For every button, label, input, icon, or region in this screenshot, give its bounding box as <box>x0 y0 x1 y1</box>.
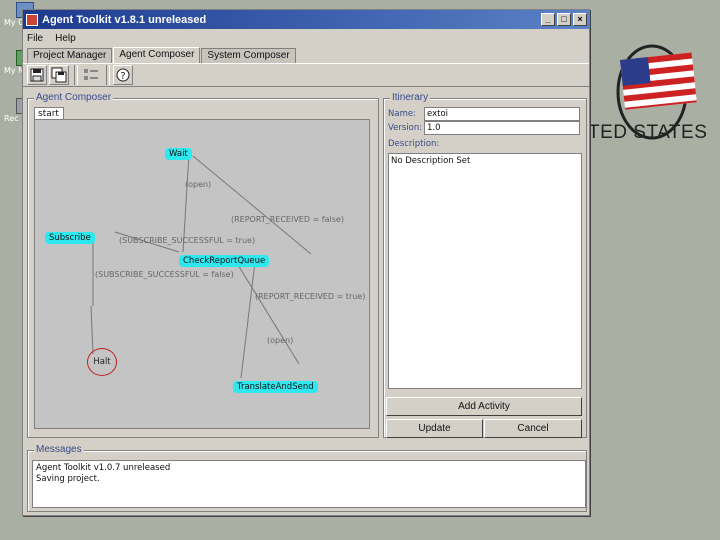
node-check-report-queue[interactable]: CheckReportQueue <box>179 255 270 267</box>
logo-text: TED STATES <box>588 122 708 143</box>
menu-help[interactable]: Help <box>55 33 76 44</box>
messages-log: Agent Toolkit v1.0.7 unreleased Saving p… <box>32 460 586 508</box>
message-line: Agent Toolkit v1.0.7 unreleased <box>36 463 171 473</box>
message-line: Saving project. <box>36 474 100 484</box>
node-halt[interactable]: Halt <box>87 348 117 376</box>
agent-composer-panel: Agent Composer start Wait Subscribe Chec… <box>27 92 379 438</box>
list-button[interactable] <box>81 65 101 85</box>
window-title: Agent Toolkit v1.8.1 unreleased <box>42 13 207 26</box>
description-label: Description: <box>388 139 440 149</box>
menu-file[interactable]: File <box>27 33 43 44</box>
title-bar[interactable]: Agent Toolkit v1.8.1 unreleased _ □ × <box>23 10 589 29</box>
edge-label: (SUBSCRIBE_SUCCESSFUL = false) <box>95 270 234 279</box>
tab-agent-composer[interactable]: Agent Composer <box>113 47 201 63</box>
add-activity-button[interactable]: Add Activity <box>386 397 582 416</box>
messages-panel: Messages Agent Toolkit v1.0.7 unreleased… <box>27 444 587 512</box>
save-icon <box>30 68 44 82</box>
edge-label: (SUBSCRIBE_SUCCESSFUL = true) <box>119 236 256 245</box>
name-label: Name: <box>388 109 416 119</box>
itinerary-title: Itinerary <box>390 92 431 103</box>
version-field[interactable]: 1.0 <box>424 121 580 135</box>
toolbar-separator <box>106 65 110 85</box>
node-wait[interactable]: Wait <box>165 148 192 160</box>
svg-text:?: ? <box>120 71 125 82</box>
version-label: Version: <box>388 123 423 133</box>
tab-system-composer[interactable]: System Composer <box>201 48 296 63</box>
version-row: Version: 1.0 <box>388 121 580 135</box>
name-row: Name: extoi <box>388 107 580 121</box>
node-subscribe[interactable]: Subscribe <box>45 232 95 244</box>
toolbar-separator <box>74 65 78 85</box>
save-as-icon <box>51 67 67 83</box>
maximize-button[interactable]: □ <box>557 13 571 26</box>
edge-label: (REPORT_RECEIVED = false) <box>231 215 344 224</box>
name-field[interactable]: extoi <box>424 107 580 121</box>
toolbar: ? <box>23 63 589 87</box>
composer-canvas[interactable]: Wait Subscribe CheckReportQueue Halt Tra… <box>34 119 370 429</box>
tab-bar: Project Manager Agent Composer System Co… <box>27 47 589 63</box>
tab-project-manager[interactable]: Project Manager <box>27 48 113 63</box>
messages-title: Messages <box>34 444 84 455</box>
save-as-button[interactable] <box>49 65 69 85</box>
edge-label: (open) <box>185 180 212 189</box>
cancel-button[interactable]: Cancel <box>484 419 582 438</box>
help-icon: ? <box>116 68 130 82</box>
update-button[interactable]: Update <box>386 419 483 438</box>
save-button[interactable] <box>27 65 47 85</box>
main-window: Agent Toolkit v1.8.1 unreleased _ □ × Fi… <box>22 9 590 516</box>
edge-label: (open) <box>267 336 294 345</box>
app-icon <box>26 13 38 26</box>
minimize-button[interactable]: _ <box>541 13 555 26</box>
agent-composer-title: Agent Composer <box>34 92 114 103</box>
node-translate-and-send[interactable]: TranslateAndSend <box>233 381 318 393</box>
close-button[interactable]: × <box>573 13 587 26</box>
itinerary-panel: Itinerary Name: extoi Version: 1.0 Descr… <box>383 92 587 438</box>
menu-bar: File Help <box>23 29 589 47</box>
description-field[interactable]: No Description Set <box>388 153 582 389</box>
list-icon <box>84 69 98 80</box>
help-button[interactable]: ? <box>113 65 133 85</box>
edge-label: (REPORT_RECEIVED = true) <box>255 292 366 301</box>
